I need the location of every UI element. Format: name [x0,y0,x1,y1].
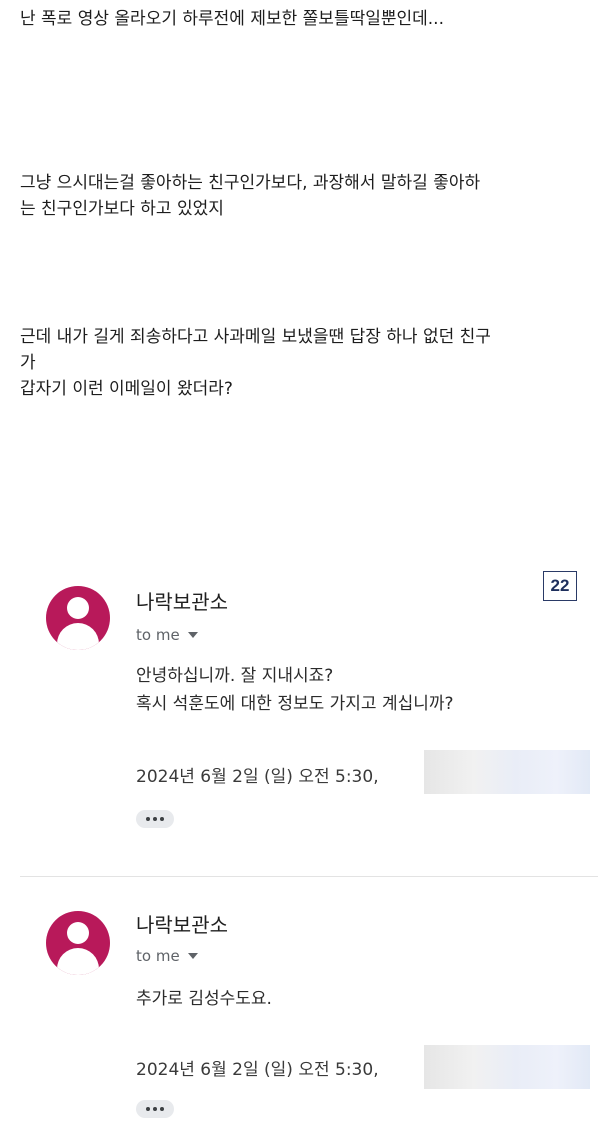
post-paragraph-1: 난 폭로 영상 올라오기 하루전에 제보한 쫄보틀딱일뿐인데... [20,9,444,29]
email-message-2: 나락보관소 to me 추가로 김성수도요. 2024년 6월 2일 (일) 오… [0,895,600,1123]
post-paragraph-3: 근데 내가 길게 죄송하다고 사과메일 보냈을땐 답장 하나 없던 친구 가 갑… [20,327,491,399]
email-date: 2024년 6월 2일 (일) 오전 5:30, [136,767,379,787]
recipient-details-toggle[interactable]: to me [136,947,198,965]
chevron-down-icon [187,953,198,959]
avatar-icon[interactable] [46,586,110,650]
post-paragraph-2: 그냥 으시대는걸 좋아하는 친구인가보다, 과장해서 말하길 좋아하 는 친구인… [20,173,481,219]
redacted-block [424,750,590,794]
chevron-down-icon [187,632,198,638]
sender-name[interactable]: 나락보관소 [136,586,228,615]
email-body: 안녕하십니까. 잘 지내시죠? 혹시 석훈도에 대한 정보도 가지고 계십니까? [136,666,454,714]
recipient-label: to me [136,947,180,965]
show-trimmed-content-button[interactable] [136,810,174,828]
email-date: 2024년 6월 2일 (일) 오전 5:30, [136,1060,379,1080]
email-body: 추가로 김성수도요. [136,989,272,1009]
recipient-details-toggle[interactable]: to me [136,626,198,644]
sender-name[interactable]: 나락보관소 [136,909,228,938]
email-message-1: 나락보관소 to me 안녕하십니까. 잘 지내시죠? 혹시 석훈도에 대한 정… [0,570,600,860]
avatar-icon[interactable] [46,911,110,975]
show-trimmed-content-button[interactable] [136,1100,174,1118]
redacted-block [424,1045,590,1089]
recipient-label: to me [136,626,180,644]
divider [20,876,598,877]
